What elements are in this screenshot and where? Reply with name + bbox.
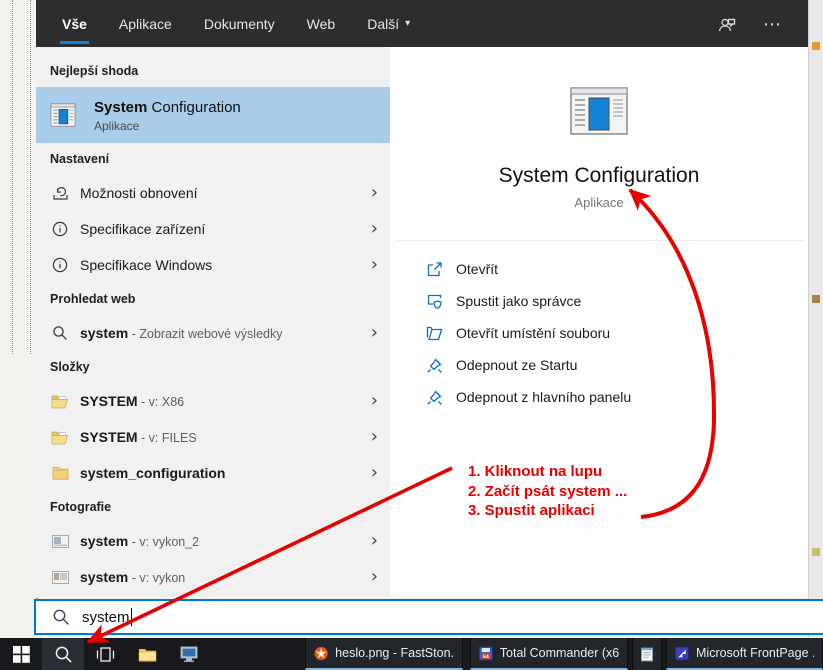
section-header-photos: Fotografie (36, 491, 390, 523)
start-search-window: Vše Aplikace Dokumenty Web Další ▾ ⋯ (36, 0, 808, 598)
search-icon (52, 608, 70, 626)
result-photo-system-vykon2[interactable]: system - v: vykon_2 › (36, 523, 390, 559)
total-commander-icon: 64 (479, 646, 493, 661)
chevron-down-icon: ▾ (405, 18, 410, 29)
editor-dotted-guide (12, 0, 13, 354)
result-folder-system-configuration[interactable]: system_configuration › (36, 455, 390, 491)
taskbar: heslo.png - FastSton... 64 Total Command… (0, 638, 823, 670)
action-open-file-location[interactable]: Otevřít umístění souboru (390, 317, 808, 349)
background-window-left-strip (0, 0, 36, 670)
annotation-step-2: 2. Začít psát system ... (468, 482, 627, 502)
section-header-search-web: Prohledat web (36, 283, 390, 315)
app-title: System Configuration (390, 164, 808, 188)
desktop-screenshot: Náhled 463 x 5 heslo.p Vše Aplikace Doku… (0, 0, 823, 670)
notepad-icon (641, 647, 653, 662)
task-view-button[interactable] (84, 638, 126, 670)
frontpage-icon (675, 646, 689, 661)
result-windows-specs[interactable]: Specifikace Windows › (36, 247, 390, 283)
search-filter-header: Vše Aplikace Dokumenty Web Další ▾ ⋯ (36, 0, 808, 47)
chevron-right-icon: › (371, 464, 378, 482)
chevron-right-icon: › (371, 324, 378, 342)
file-location-icon (424, 325, 444, 342)
tab-dalsi[interactable]: Další ▾ (365, 0, 412, 47)
best-match-subtitle: Aplikace (94, 119, 241, 133)
result-device-specs[interactable]: Specifikace zařízení › (36, 211, 390, 247)
tab-dokumenty[interactable]: Dokumenty (202, 0, 277, 47)
tab-web[interactable]: Web (305, 0, 338, 47)
search-icon (50, 325, 70, 341)
taskbar-app-total-commander[interactable]: 64 Total Commander (x6... (470, 638, 628, 670)
unpin-icon (424, 357, 444, 374)
recovery-icon (50, 185, 70, 202)
chevron-right-icon: › (371, 220, 378, 238)
result-folder-system-files[interactable]: SYSTEM - v: FILES › (36, 419, 390, 455)
result-folder-system-x86[interactable]: SYSTEM - v: X86 › (36, 383, 390, 419)
background-icon (812, 42, 820, 50)
info-icon (50, 257, 70, 273)
photo-thumbnail-icon (50, 535, 70, 548)
action-unpin-from-start[interactable]: Odepnout ze Startu (390, 349, 808, 381)
text-cursor (131, 608, 132, 626)
taskbar-app-frontpage[interactable]: Microsoft FrontPage ... (666, 638, 823, 670)
action-unpin-from-taskbar[interactable]: Odepnout z hlavního panelu (390, 381, 808, 413)
annotation-step-3: 3. Spustit aplikaci (468, 501, 627, 521)
msconfig-app-icon (50, 103, 80, 127)
action-open[interactable]: Otevřít (390, 253, 808, 285)
unpin-icon (424, 389, 444, 406)
chevron-right-icon: › (371, 428, 378, 446)
search-input-box[interactable]: system (34, 599, 823, 635)
computer-app-button[interactable] (168, 638, 210, 670)
chevron-right-icon: › (371, 256, 378, 274)
section-header-folders: Složky (36, 351, 390, 383)
taskbar-app-faststone[interactable]: heslo.png - FastSton... (305, 638, 463, 670)
best-match-title: System Configuration (94, 98, 241, 117)
start-button[interactable] (0, 638, 42, 670)
taskbar-search-button[interactable] (42, 638, 84, 670)
taskbar-app-notepad[interactable] (632, 638, 662, 670)
search-input-value[interactable]: system (82, 609, 130, 626)
feedback-icon[interactable] (717, 14, 737, 34)
folder-open-icon (50, 394, 70, 409)
section-header-best-match: Nejlepší shoda (36, 55, 390, 87)
background-icon (812, 548, 820, 556)
svg-text:64: 64 (483, 654, 489, 660)
result-best-match-system-configuration[interactable]: System Configuration Aplikace (36, 87, 390, 143)
folder-open-icon (50, 430, 70, 445)
section-header-settings: Nastavení (36, 143, 390, 175)
editor-dotted-guide (30, 0, 31, 354)
background-icon (812, 295, 820, 303)
divider (394, 240, 804, 241)
background-window-right-strip (808, 0, 823, 640)
result-web-search-system[interactable]: system - Zobrazit webové výsledky › (36, 315, 390, 351)
tab-aplikace[interactable]: Aplikace (117, 0, 174, 47)
app-subtitle: Aplikace (390, 195, 808, 210)
result-photo-system-vykon[interactable]: system - v: vykon › (36, 559, 390, 595)
filter-tabs: Vše Aplikace Dokumenty Web Další ▾ (36, 0, 440, 47)
open-icon (424, 261, 444, 278)
admin-shield-icon (424, 293, 444, 310)
chevron-right-icon: › (371, 532, 378, 550)
file-explorer-button[interactable] (126, 638, 168, 670)
info-icon (50, 221, 70, 237)
chevron-right-icon: › (371, 568, 378, 586)
annotation-steps: 1. Kliknout na lupu 2. Začít psát system… (468, 462, 627, 521)
msconfig-app-icon-large (570, 87, 628, 135)
folder-icon (50, 466, 70, 480)
chevron-right-icon: › (371, 392, 378, 410)
photo-thumbnail-icon (50, 571, 70, 584)
tab-vse[interactable]: Vše (60, 0, 89, 47)
search-results-panel: Nejlepší shoda (36, 47, 390, 598)
more-options-icon[interactable]: ⋯ (763, 15, 782, 33)
action-run-as-administrator[interactable]: Spustit jako správce (390, 285, 808, 317)
chevron-right-icon: › (371, 184, 378, 202)
result-recovery-options[interactable]: Možnosti obnovení › (36, 175, 390, 211)
faststone-icon (314, 646, 328, 661)
annotation-step-1: 1. Kliknout na lupu (468, 462, 627, 482)
